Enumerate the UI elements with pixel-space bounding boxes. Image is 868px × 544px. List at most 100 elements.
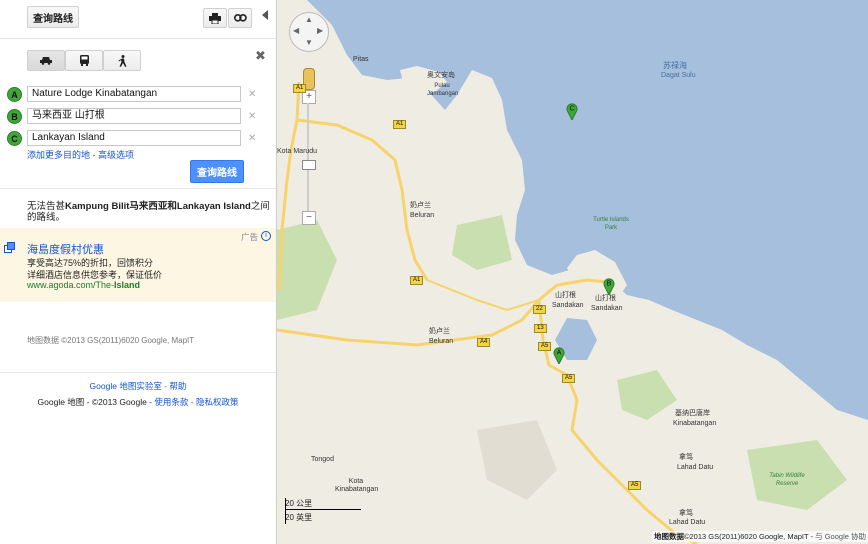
- label-sandakan2-cn: 山打根: [595, 295, 616, 302]
- label-beluran: Beluran: [410, 212, 435, 219]
- waypoint-c-input[interactable]: Lankayan Island: [27, 130, 241, 146]
- walk-icon: [118, 54, 126, 67]
- advanced-options-link[interactable]: 高级选项: [98, 150, 134, 160]
- waypoint-c-marker-icon: C: [7, 131, 22, 146]
- attribution-bold: 地图数据: [653, 532, 684, 541]
- top-bar: 查询路线: [0, 0, 276, 39]
- labs-link[interactable]: 地图实验室: [119, 381, 162, 391]
- labs-google-link[interactable]: Google: [90, 381, 117, 391]
- road-shield: 22: [533, 305, 546, 314]
- footer-brand: Google 地图: [37, 397, 85, 407]
- marker-b-label: B: [607, 281, 612, 288]
- add-destination-link[interactable]: 添加更多目的地: [27, 150, 90, 160]
- message-locations: Kampung Bilit马来西亚和Lankayan Island: [65, 201, 251, 212]
- map-base: [277, 0, 868, 544]
- google-logo: 与 Google 协助: [815, 532, 866, 541]
- tab-directions[interactable]: 查询路线: [27, 6, 79, 28]
- car-icon: [40, 57, 52, 65]
- label-kinabatangan-cn: 基纳巴唐岸: [675, 410, 710, 417]
- waypoint-a-input[interactable]: Nature Lodge Kinabatangan: [27, 86, 241, 102]
- label-beluran-cn: 奶卢兰: [410, 202, 431, 209]
- scale-tick: [285, 498, 286, 524]
- label-kota-marudu: Kota Marudu: [277, 148, 318, 155]
- footer-line-1: Google 地图实验室 - 帮助: [0, 380, 276, 392]
- road-shield: A5: [538, 342, 552, 351]
- ad-title-link[interactable]: 海島度假村优惠: [27, 241, 104, 257]
- map-canvas[interactable]: ▲ ◀ ▶ ▼ + − Pitas 奥文安岛 Pulau Jambangan 苏…: [277, 0, 868, 544]
- label-turtle-islands: Turtle Islands Park: [593, 217, 629, 231]
- label-pulau-jambongan: Pulau Jambangan: [427, 83, 459, 97]
- bus-icon: [79, 55, 89, 66]
- label-pitas: Pitas: [353, 56, 369, 63]
- remove-waypoint-b-icon[interactable]: ✕: [248, 111, 256, 122]
- marker-c-label: C: [569, 106, 574, 113]
- attribution-rest: ©2013 GS(2011)6020 Google, MapIT -: [683, 532, 816, 541]
- scale-km: 20 公里: [285, 499, 313, 508]
- options-separator: -: [90, 150, 99, 160]
- mode-driving-button[interactable]: [27, 50, 65, 71]
- link-icon: [233, 14, 247, 22]
- link-button[interactable]: [228, 8, 252, 28]
- no-route-message: 无法告甚Kampung Bilit马来西亚和Lankayan Island之间的…: [27, 201, 271, 223]
- label-lahad-datu-cn: 拿笃: [679, 454, 693, 461]
- label-beluran2: Beluran: [429, 338, 454, 345]
- print-icon: [209, 12, 221, 24]
- map-scale: 20 公里 20 英里: [285, 498, 361, 524]
- divider: [0, 372, 276, 373]
- pan-up-icon[interactable]: ▲: [305, 15, 313, 24]
- zoom-slider-thumb[interactable]: [302, 160, 316, 170]
- print-button[interactable]: [203, 8, 227, 28]
- directions-panel: 查询路线 ✖ A Nature Lodge Kinabatangan ✕ B 马…: [0, 0, 277, 544]
- footer-copyright: - ©2013 Google -: [84, 397, 155, 407]
- mode-transit-button[interactable]: [65, 50, 103, 71]
- zoom-out-button[interactable]: −: [302, 211, 316, 225]
- label-beluran2-cn: 奶卢兰: [429, 328, 450, 335]
- footer-line-2: Google 地图 - ©2013 Google - 使用条款 - 隐私权政策: [0, 396, 276, 408]
- help-link[interactable]: 帮助: [169, 381, 186, 391]
- waypoint-b-input[interactable]: 马来西亚 山打根: [27, 108, 241, 124]
- road-shield: A1: [410, 276, 424, 285]
- road-shield: A1: [293, 84, 307, 93]
- terms-separator: -: [188, 397, 196, 407]
- marker-b-pin-icon[interactable]: B: [603, 277, 615, 295]
- waypoint-options: 添加更多目的地 - 高级选项: [27, 148, 134, 161]
- road-shield: A5: [628, 481, 642, 490]
- remove-waypoint-c-icon[interactable]: ✕: [248, 133, 256, 144]
- label-kinabatangan: Kinabatangan: [673, 420, 717, 427]
- label-sulu-sea-cn: 苏禄海: [663, 61, 687, 70]
- collapse-panel-icon[interactable]: [262, 10, 268, 20]
- marker-a-pin-icon[interactable]: A: [553, 346, 565, 364]
- label-sandakan: Sandakan: [552, 302, 584, 309]
- ad-label: 广告: [241, 232, 259, 242]
- mode-walking-button[interactable]: [103, 50, 141, 71]
- ad-url-prefix: www.agoda.com/The-: [27, 280, 115, 290]
- marker-a-label: A: [557, 350, 562, 357]
- pan-left-icon[interactable]: ◀: [293, 26, 299, 35]
- label-tongod: Tongod: [311, 456, 334, 463]
- waypoint-a-marker-icon: A: [7, 87, 22, 102]
- label-lahad-datu2: Lahad Datu: [669, 519, 706, 526]
- label-lahad-datu2-cn: 拿笃: [679, 510, 693, 517]
- label-sulu-sea: Dagat Sulu: [661, 72, 696, 79]
- label-sandakan-cn: 山打根: [555, 292, 576, 299]
- label-kota-kinabatangan: Kota Kinabatangan: [335, 478, 379, 493]
- pan-control[interactable]: ▲ ◀ ▶ ▼: [289, 12, 329, 52]
- get-directions-button[interactable]: 查询路线: [190, 160, 244, 183]
- pan-right-icon[interactable]: ▶: [317, 26, 323, 35]
- scale-line: [285, 509, 361, 510]
- close-icon[interactable]: ✖: [255, 48, 266, 64]
- map-attribution: 地图数据©2013 GS(2011)6020 Google, MapIT - 与…: [651, 531, 868, 542]
- marker-c-pin-icon[interactable]: C: [566, 102, 578, 120]
- privacy-link[interactable]: 隐私权政策: [196, 397, 239, 407]
- ad-url-bold: Island: [114, 280, 141, 290]
- ad-url-link[interactable]: www.agoda.com/The-Island: [27, 280, 140, 290]
- terms-link[interactable]: 使用条款: [154, 397, 188, 407]
- road-shield: 13: [534, 324, 547, 333]
- info-icon[interactable]: i: [261, 231, 271, 241]
- remove-waypoint-a-icon[interactable]: ✕: [248, 89, 256, 100]
- ad-box: 广告 i 海島度假村优惠 享受高达75%的折扣，回馈积分 详细酒店信息供您参考，…: [0, 228, 276, 302]
- divider: [0, 188, 276, 189]
- zoom-slider-track[interactable]: [307, 103, 309, 211]
- road-shield: A4: [477, 338, 491, 347]
- pan-down-icon[interactable]: ▼: [305, 38, 313, 47]
